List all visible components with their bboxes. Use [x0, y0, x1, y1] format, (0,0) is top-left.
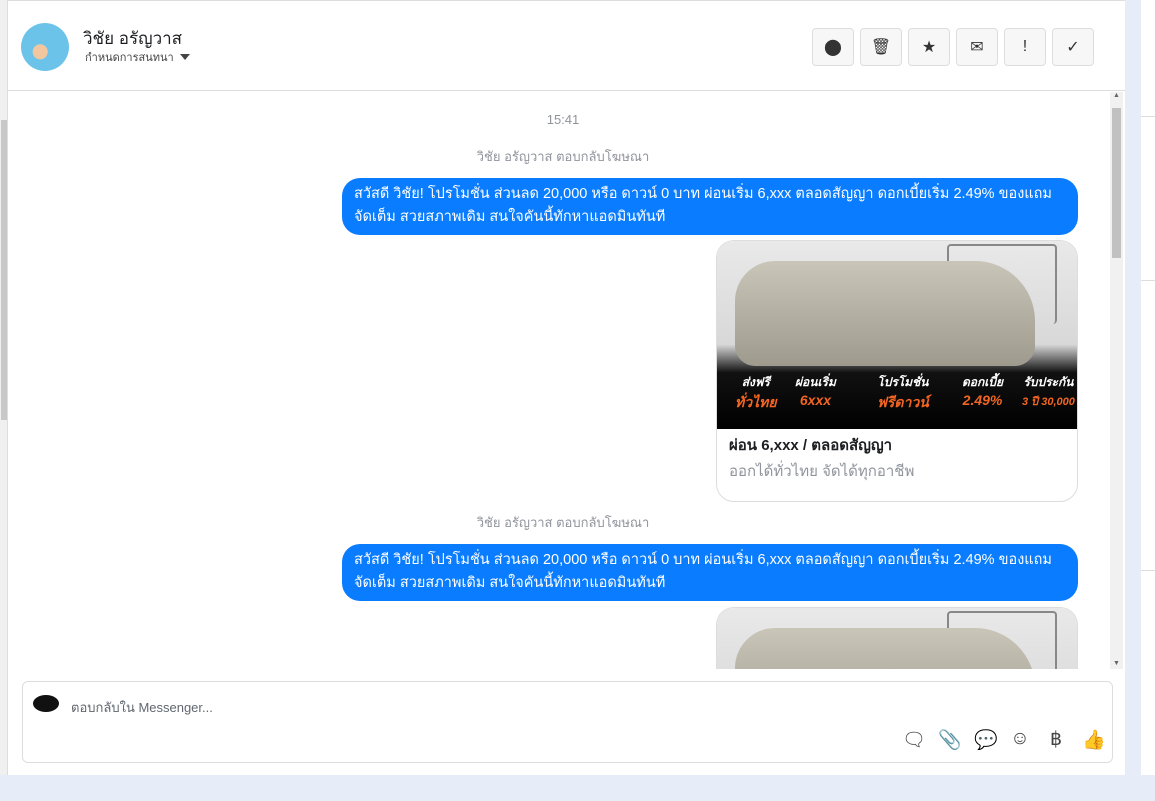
ad-reply-note: วิชัย อรัญวาส ตอบกลับโฆษณา — [476, 149, 650, 164]
mark-spam-button[interactable]: ⬤ — [812, 28, 854, 66]
envelope-icon: ✉ — [970, 39, 984, 56]
ad-card[interactable]: ส่งฟรี ทั่วไทย ผ่อนเริ่ม 6xxx โปรโมชั่น ฟรี… — [716, 240, 1078, 502]
page-avatar — [33, 695, 59, 712]
thumbs-up-icon[interactable]: 👍 — [1082, 728, 1106, 752]
promo-item: โปรโมชั่น ฟรีดาวน์ — [877, 375, 929, 410]
mark-unread-button[interactable]: ✉ — [956, 28, 998, 66]
emoji-icon[interactable]: ☺ — [1010, 728, 1030, 752]
card-title: ผ่อน 6,xxx / ตลอดสัญญา — [729, 437, 893, 454]
conversation-header: วิชัย อรัญวาส กำหนดการสนทนา ⬤ 🗑 ★ ✉ ! ✓ — [8, 1, 1125, 91]
message-bubble: สวัสดี วิชัย! โปรโมชั่น ส่วนลด 20,000 หร… — [342, 178, 1078, 235]
saved-reply-icon[interactable]: 🗨 — [902, 728, 926, 752]
card-description: ออกได้ทั่วไทย จัดได้ทุกอาชีพ — [729, 463, 915, 480]
left-scrollbar[interactable] — [0, 0, 8, 775]
promo-item: รับประกัน 3 ปี 30,000 — [1022, 375, 1075, 408]
promo-item: ผ่อนเริ่ม 6xxx — [795, 375, 836, 408]
ad-card[interactable] — [716, 607, 1078, 669]
alert-circle-icon: ⬤ — [824, 39, 842, 56]
timestamp: 15:41 — [546, 112, 580, 127]
chat-bubble-icon[interactable]: 💬 — [974, 728, 998, 752]
trash-icon: 🗑 — [870, 39, 892, 56]
paperclip-icon[interactable]: 📎 — [938, 728, 962, 752]
promo-item: ดอกเบี้ย 2.49% — [962, 375, 1004, 408]
message-scrollbar[interactable]: ▲ ▼ — [1110, 92, 1123, 669]
conversation-settings-label: กำหนดการสนทนา — [85, 52, 174, 64]
mark-done-button[interactable]: ✓ — [1052, 28, 1094, 66]
avatar[interactable] — [21, 23, 69, 71]
car-image — [717, 608, 1077, 669]
baht-icon[interactable]: ฿ — [1046, 728, 1066, 752]
exclamation-icon: ! — [1022, 38, 1028, 55]
scrollbar-thumb[interactable] — [1112, 108, 1121, 258]
toolbar: ⬤ 🗑 ★ ✉ ! ✓ — [812, 28, 1094, 66]
caret-down-icon — [179, 54, 190, 60]
conversation-settings-dropdown[interactable]: กำหนดการสนทนา — [85, 48, 190, 66]
car-image: ส่งฟรี ทั่วไทย ผ่อนเริ่ม 6xxx โปรโมชั่น ฟรี… — [717, 241, 1077, 429]
follow-up-button[interactable]: ! — [1004, 28, 1046, 66]
reply-composer[interactable]: ตอบกลับใน Messenger... 🗨 📎 💬 ☺ ฿ 👍 — [22, 681, 1113, 763]
message-list[interactable]: 15:41 วิชัย อรัญวาส ตอบกลับโฆษณา สวัสดี … — [8, 92, 1125, 669]
star-button[interactable]: ★ — [908, 28, 950, 66]
promo-item: ส่งฟรี ทั่วไทย — [735, 375, 777, 410]
reply-input[interactable]: ตอบกลับใน Messenger... — [71, 697, 213, 718]
delete-button[interactable]: 🗑 — [860, 28, 902, 66]
star-icon: ★ — [921, 39, 937, 56]
check-icon: ✓ — [1066, 39, 1080, 56]
ad-reply-note: วิชัย อรัญวาส ตอบกลับโฆษณา — [476, 515, 650, 530]
message-bubble: สวัสดี วิชัย! โปรโมชั่น ส่วนลด 20,000 หร… — [342, 544, 1078, 601]
scrollbar-thumb[interactable] — [1, 120, 7, 420]
right-panel — [1141, 0, 1155, 775]
conversation-panel: วิชัย อรัญวาส กำหนดการสนทนา ⬤ 🗑 ★ ✉ ! ✓ … — [8, 0, 1125, 775]
